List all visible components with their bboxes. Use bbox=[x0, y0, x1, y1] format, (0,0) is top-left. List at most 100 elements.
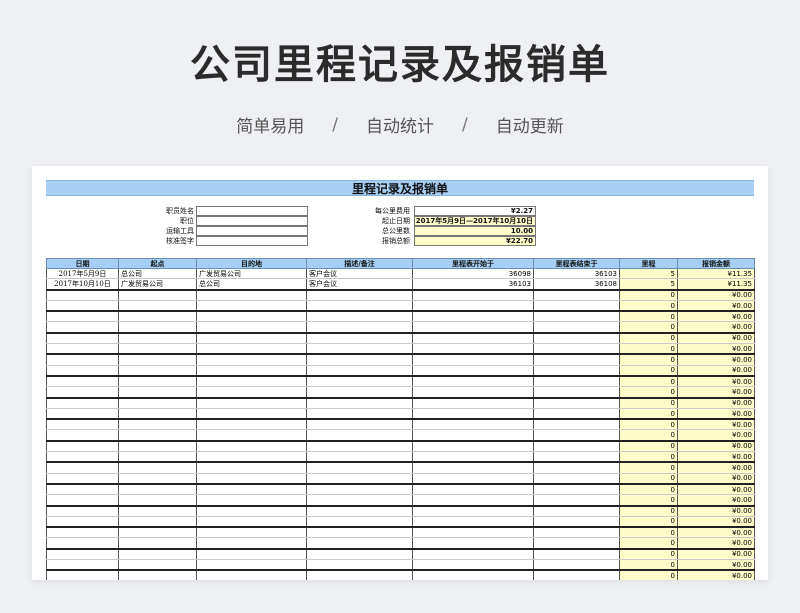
date-cell[interactable] bbox=[46, 473, 119, 485]
reimbursement-cell[interactable]: ¥0.00 bbox=[677, 397, 755, 409]
odometer-end-cell[interactable] bbox=[533, 332, 620, 345]
reimbursement-cell[interactable]: ¥0.00 bbox=[677, 419, 755, 431]
odometer-end-cell[interactable] bbox=[533, 365, 620, 377]
odometer-start-cell[interactable] bbox=[412, 483, 534, 496]
reimbursement-cell[interactable]: ¥0.00 bbox=[677, 451, 755, 464]
origin-cell[interactable] bbox=[118, 375, 197, 388]
odometer-end-cell[interactable] bbox=[533, 321, 620, 334]
destination-cell[interactable] bbox=[196, 429, 307, 442]
description-cell[interactable] bbox=[306, 321, 413, 334]
odometer-start-cell[interactable] bbox=[412, 397, 534, 409]
odometer-start-cell[interactable] bbox=[412, 343, 534, 356]
odometer-end-cell[interactable] bbox=[533, 289, 620, 301]
date-cell[interactable] bbox=[46, 354, 119, 366]
origin-cell[interactable] bbox=[118, 516, 197, 529]
date-cell[interactable] bbox=[46, 300, 119, 313]
origin-cell[interactable] bbox=[118, 462, 197, 474]
odometer-end-cell[interactable] bbox=[533, 494, 620, 507]
vehicle-field[interactable] bbox=[196, 226, 308, 236]
mileage-cell[interactable]: 0 bbox=[619, 494, 678, 507]
odometer-start-cell[interactable] bbox=[412, 473, 534, 485]
odometer-start-cell[interactable] bbox=[412, 419, 534, 431]
date-cell[interactable] bbox=[46, 375, 119, 388]
odometer-start-cell[interactable] bbox=[412, 451, 534, 464]
odometer-start-cell[interactable] bbox=[412, 537, 534, 550]
origin-cell[interactable] bbox=[118, 483, 197, 496]
destination-cell[interactable] bbox=[196, 516, 307, 529]
mileage-cell[interactable]: 0 bbox=[619, 559, 678, 572]
mileage-cell[interactable]: 0 bbox=[619, 516, 678, 529]
reimbursement-cell[interactable]: ¥0.00 bbox=[677, 289, 755, 301]
odometer-start-cell[interactable] bbox=[412, 375, 534, 388]
mileage-cell[interactable]: 0 bbox=[619, 343, 678, 356]
origin-cell[interactable] bbox=[118, 419, 197, 431]
origin-cell[interactable] bbox=[118, 321, 197, 334]
odometer-end-cell[interactable]: 36103 bbox=[533, 268, 620, 280]
origin-cell[interactable] bbox=[118, 408, 197, 421]
date-cell[interactable] bbox=[46, 570, 119, 580]
odometer-end-cell[interactable] bbox=[533, 516, 620, 529]
odometer-end-cell[interactable] bbox=[533, 505, 620, 517]
reimbursement-cell[interactable]: ¥0.00 bbox=[677, 375, 755, 388]
odometer-end-cell[interactable] bbox=[533, 429, 620, 442]
date-cell[interactable] bbox=[46, 386, 119, 399]
odometer-start-cell[interactable] bbox=[412, 527, 534, 539]
odometer-end-cell[interactable] bbox=[533, 419, 620, 431]
employee-name-field[interactable] bbox=[196, 206, 308, 216]
origin-cell[interactable] bbox=[118, 570, 197, 580]
reimbursement-cell[interactable]: ¥0.00 bbox=[677, 462, 755, 474]
origin-cell[interactable] bbox=[118, 473, 197, 485]
origin-cell[interactable] bbox=[118, 397, 197, 409]
destination-cell[interactable] bbox=[196, 559, 307, 572]
odometer-end-cell[interactable] bbox=[533, 354, 620, 366]
approval-signature-field[interactable] bbox=[196, 236, 308, 246]
date-cell[interactable] bbox=[46, 343, 119, 356]
destination-cell[interactable] bbox=[196, 365, 307, 377]
mileage-cell[interactable]: 0 bbox=[619, 462, 678, 474]
destination-cell[interactable] bbox=[196, 343, 307, 356]
date-cell[interactable] bbox=[46, 429, 119, 442]
destination-cell[interactable] bbox=[196, 483, 307, 496]
date-cell[interactable] bbox=[46, 548, 119, 561]
mileage-cell[interactable]: 0 bbox=[619, 505, 678, 517]
date-cell[interactable] bbox=[46, 332, 119, 345]
odometer-start-cell[interactable] bbox=[412, 440, 534, 453]
odometer-start-cell[interactable] bbox=[412, 505, 534, 517]
reimbursement-cell[interactable]: ¥0.00 bbox=[677, 516, 755, 529]
description-cell[interactable] bbox=[306, 462, 413, 474]
origin-cell[interactable]: 总公司 bbox=[118, 268, 197, 280]
odometer-start-cell[interactable] bbox=[412, 516, 534, 529]
date-cell[interactable] bbox=[46, 483, 119, 496]
description-cell[interactable] bbox=[306, 397, 413, 409]
mileage-cell[interactable]: 0 bbox=[619, 375, 678, 388]
date-cell[interactable] bbox=[46, 462, 119, 474]
origin-cell[interactable] bbox=[118, 365, 197, 377]
odometer-start-cell[interactable] bbox=[412, 408, 534, 421]
destination-cell[interactable] bbox=[196, 408, 307, 421]
date-cell[interactable] bbox=[46, 559, 119, 572]
destination-cell[interactable] bbox=[196, 505, 307, 517]
description-cell[interactable] bbox=[306, 375, 413, 388]
date-cell[interactable] bbox=[46, 494, 119, 507]
mileage-cell[interactable]: 0 bbox=[619, 419, 678, 431]
mileage-cell[interactable]: 5 bbox=[619, 278, 678, 291]
description-cell[interactable]: 客户会议 bbox=[306, 278, 413, 291]
destination-cell[interactable] bbox=[196, 300, 307, 313]
mileage-cell[interactable]: 0 bbox=[619, 473, 678, 485]
destination-cell[interactable] bbox=[196, 354, 307, 366]
date-cell[interactable] bbox=[46, 321, 119, 334]
mileage-cell[interactable]: 0 bbox=[619, 408, 678, 421]
reimbursement-cell[interactable]: ¥0.00 bbox=[677, 559, 755, 572]
destination-cell[interactable] bbox=[196, 494, 307, 507]
destination-cell[interactable] bbox=[196, 321, 307, 334]
mileage-cell[interactable]: 0 bbox=[619, 483, 678, 496]
mileage-cell[interactable]: 0 bbox=[619, 451, 678, 464]
destination-cell[interactable] bbox=[196, 311, 307, 323]
reimbursement-cell[interactable]: ¥0.00 bbox=[677, 505, 755, 517]
origin-cell[interactable] bbox=[118, 429, 197, 442]
date-cell[interactable] bbox=[46, 397, 119, 409]
mileage-cell[interactable]: 0 bbox=[619, 311, 678, 323]
odometer-end-cell[interactable] bbox=[533, 311, 620, 323]
reimbursement-cell[interactable]: ¥0.00 bbox=[677, 473, 755, 485]
odometer-start-cell[interactable] bbox=[412, 386, 534, 399]
